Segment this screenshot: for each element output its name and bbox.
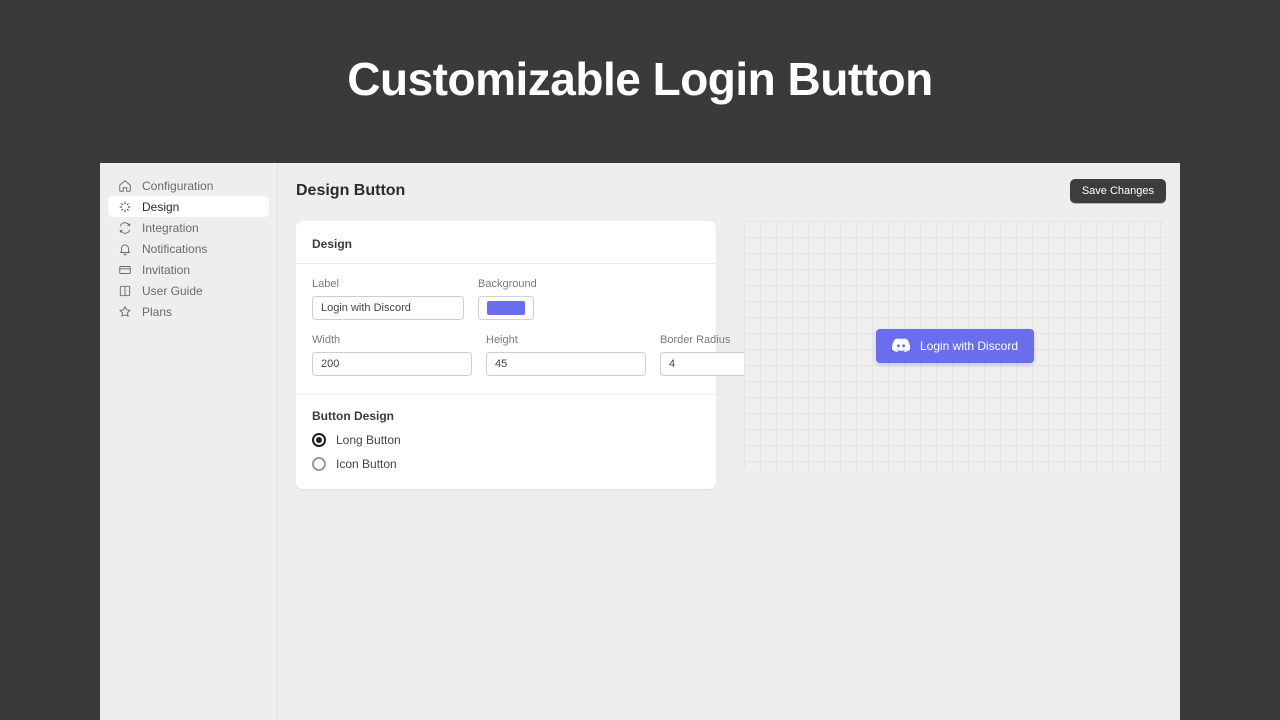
book-icon — [118, 284, 132, 298]
width-field-label: Width — [312, 334, 472, 346]
sidebar-item-label: Integration — [142, 221, 199, 235]
field-background: Background — [478, 278, 538, 320]
width-input[interactable] — [312, 352, 472, 376]
sidebar-item-label: Configuration — [142, 179, 213, 193]
sidebar: Configuration Design Integration Notific… — [100, 163, 278, 720]
radio-icon — [312, 433, 326, 447]
divider — [296, 263, 716, 264]
field-width: Width — [312, 334, 472, 376]
background-color-input[interactable] — [478, 296, 534, 320]
button-preview: Login with Discord — [744, 221, 1166, 471]
card-icon — [118, 263, 132, 277]
radio-icon — [312, 457, 326, 471]
sidebar-item-label: User Guide — [142, 284, 203, 298]
sidebar-item-label: Notifications — [142, 242, 207, 256]
field-height: Height — [486, 334, 646, 376]
sidebar-item-plans[interactable]: Plans — [108, 301, 269, 322]
label-field-label: Label — [312, 278, 464, 290]
discord-icon — [892, 338, 910, 355]
sidebar-item-label: Invitation — [142, 263, 190, 277]
button-design-section-title: Button Design — [312, 409, 700, 423]
sidebar-item-design[interactable]: Design — [108, 196, 269, 217]
label-input[interactable] — [312, 296, 464, 320]
design-section-title: Design — [312, 237, 700, 251]
login-with-discord-button[interactable]: Login with Discord — [876, 329, 1034, 363]
sidebar-item-label: Plans — [142, 305, 172, 319]
bell-icon — [118, 242, 132, 256]
content-row: Design Label Background — [296, 221, 1166, 489]
sidebar-item-notifications[interactable]: Notifications — [108, 238, 269, 259]
sidebar-item-user-guide[interactable]: User Guide — [108, 280, 269, 301]
background-field-label: Background — [478, 278, 538, 290]
radio-label: Long Button — [336, 433, 401, 447]
sidebar-item-label: Design — [142, 200, 179, 214]
hero-title: Customizable Login Button — [0, 0, 1280, 106]
color-swatch — [487, 301, 525, 315]
radio-long-button[interactable]: Long Button — [312, 433, 700, 447]
home-icon — [118, 179, 132, 193]
radio-label: Icon Button — [336, 457, 397, 471]
sidebar-item-integration[interactable]: Integration — [108, 217, 269, 238]
sparkle-icon — [118, 200, 132, 214]
radio-icon-button[interactable]: Icon Button — [312, 457, 700, 471]
height-field-label: Height — [486, 334, 646, 346]
height-input[interactable] — [486, 352, 646, 376]
design-card: Design Label Background — [296, 221, 716, 489]
main-header: Design Button Save Changes — [296, 179, 1166, 203]
sidebar-item-configuration[interactable]: Configuration — [108, 175, 269, 196]
save-changes-button[interactable]: Save Changes — [1070, 179, 1166, 203]
page-title: Design Button — [296, 182, 405, 200]
sidebar-item-invitation[interactable]: Invitation — [108, 259, 269, 280]
login-button-label: Login with Discord — [920, 339, 1018, 353]
sync-icon — [118, 221, 132, 235]
field-label: Label — [312, 278, 464, 320]
divider — [296, 394, 716, 395]
app-frame: Configuration Design Integration Notific… — [100, 163, 1180, 720]
star-icon — [118, 305, 132, 319]
main: Design Button Save Changes Design Label … — [278, 163, 1180, 720]
